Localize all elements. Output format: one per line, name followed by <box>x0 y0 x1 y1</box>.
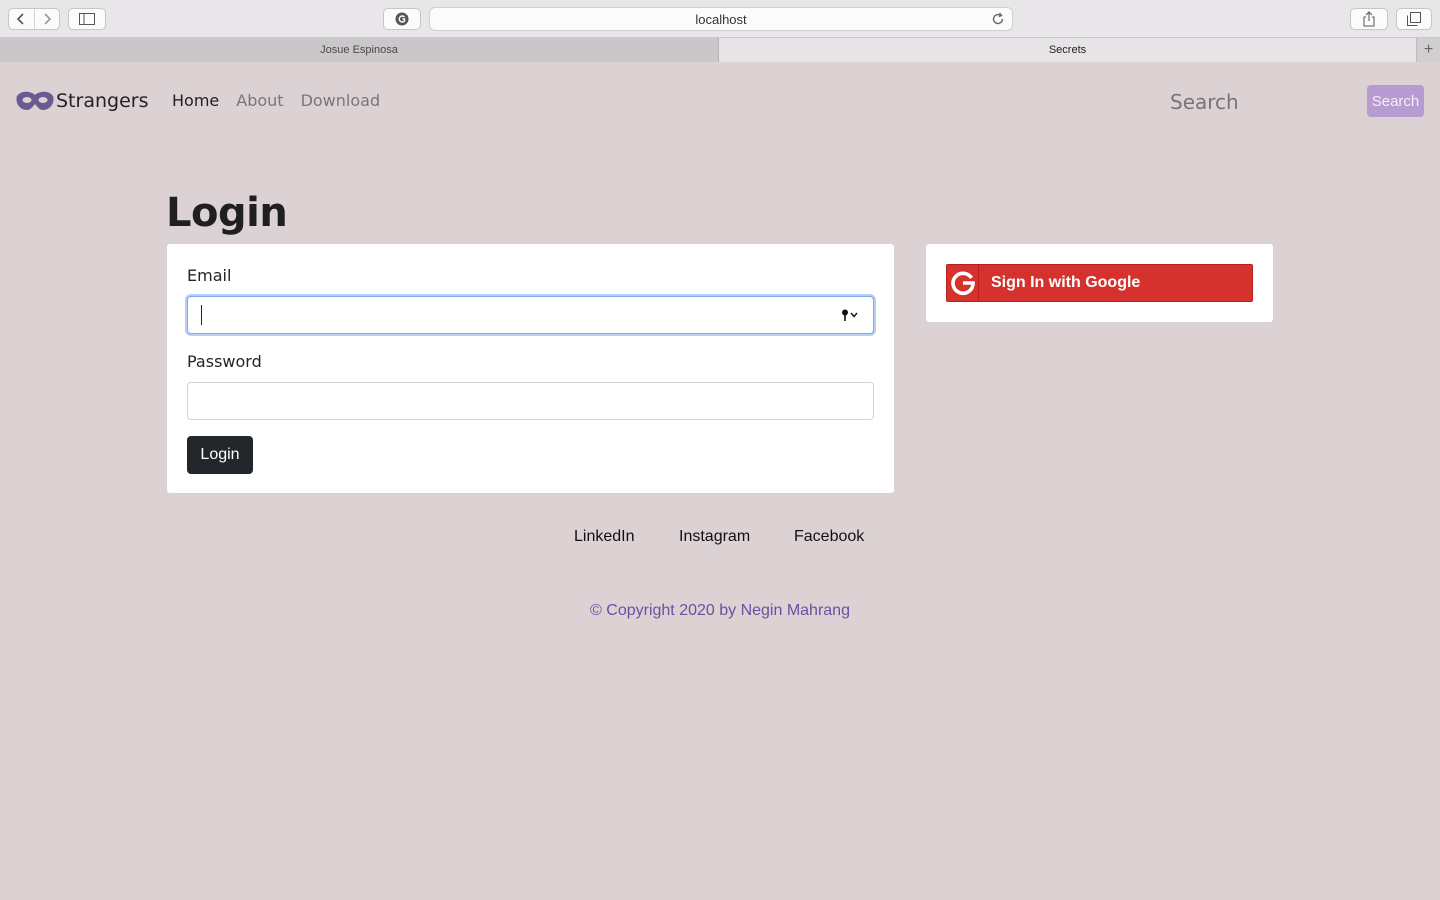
footer-link-linkedin[interactable]: LinkedIn <box>574 528 635 546</box>
mask-logo-icon <box>16 91 54 110</box>
new-tab-button[interactable]: + <box>1416 38 1440 62</box>
password-key-icon[interactable] <box>839 308 861 322</box>
share-icon <box>1363 11 1375 27</box>
tab-label: Secrets <box>1048 44 1087 56</box>
chevron-left-icon <box>17 13 24 25</box>
page-title: Login <box>166 190 288 236</box>
email-label: Email <box>187 266 232 285</box>
footer-link-instagram[interactable]: Instagram <box>679 528 750 546</box>
grammarly-icon <box>395 12 409 26</box>
search-input[interactable] <box>1170 88 1350 116</box>
sidebar-icon <box>79 13 95 25</box>
site-navbar: Strangers Home About Download Search <box>0 62 1440 140</box>
tabs-overview-button[interactable] <box>1396 8 1432 30</box>
reload-icon[interactable] <box>990 11 1006 27</box>
brand[interactable]: Strangers <box>15 88 148 114</box>
plus-icon: + <box>1423 41 1434 58</box>
forward-button[interactable] <box>35 9 60 29</box>
google-signin-label: Sign In with Google <box>991 274 1141 291</box>
address-bar[interactable]: localhost <box>429 7 1013 31</box>
footer-link-facebook[interactable]: Facebook <box>794 528 864 546</box>
tab-bar: Josue Espinosa Secrets + <box>0 38 1440 62</box>
copyright-text: © Copyright 2020 by Negin Mahrang <box>590 602 850 619</box>
chevron-right-icon <box>44 13 51 25</box>
tab-secrets[interactable]: Secrets <box>719 38 1416 62</box>
tab-josue-espinosa[interactable]: Josue Espinosa <box>0 38 719 62</box>
google-signin-card: Sign In with Google <box>925 243 1274 323</box>
brand-name: Strangers <box>56 90 149 112</box>
password-field[interactable] <box>187 382 874 420</box>
tabs-icon <box>1407 12 1421 26</box>
tab-label: Josue Espinosa <box>320 44 398 56</box>
nav-about[interactable]: About <box>236 91 283 110</box>
extension-button[interactable] <box>383 8 421 30</box>
google-icon <box>947 265 979 301</box>
nav-home[interactable]: Home <box>172 91 219 110</box>
main-nav: Home About Download <box>172 91 380 110</box>
login-button[interactable]: Login <box>187 436 253 474</box>
history-nav <box>8 8 60 30</box>
nav-download[interactable]: Download <box>301 91 381 110</box>
back-button[interactable] <box>9 9 35 29</box>
share-button[interactable] <box>1350 8 1388 30</box>
browser-toolbar: localhost <box>0 0 1440 38</box>
sidebar-toggle-button[interactable] <box>68 8 106 30</box>
email-field[interactable] <box>187 296 874 334</box>
url-text: localhost <box>695 11 747 27</box>
login-card: Email Password Login <box>166 243 895 494</box>
text-caret <box>201 305 202 325</box>
search-button[interactable]: Search <box>1367 85 1424 117</box>
password-label: Password <box>187 352 262 371</box>
google-signin-button[interactable]: Sign In with Google <box>946 264 1253 302</box>
